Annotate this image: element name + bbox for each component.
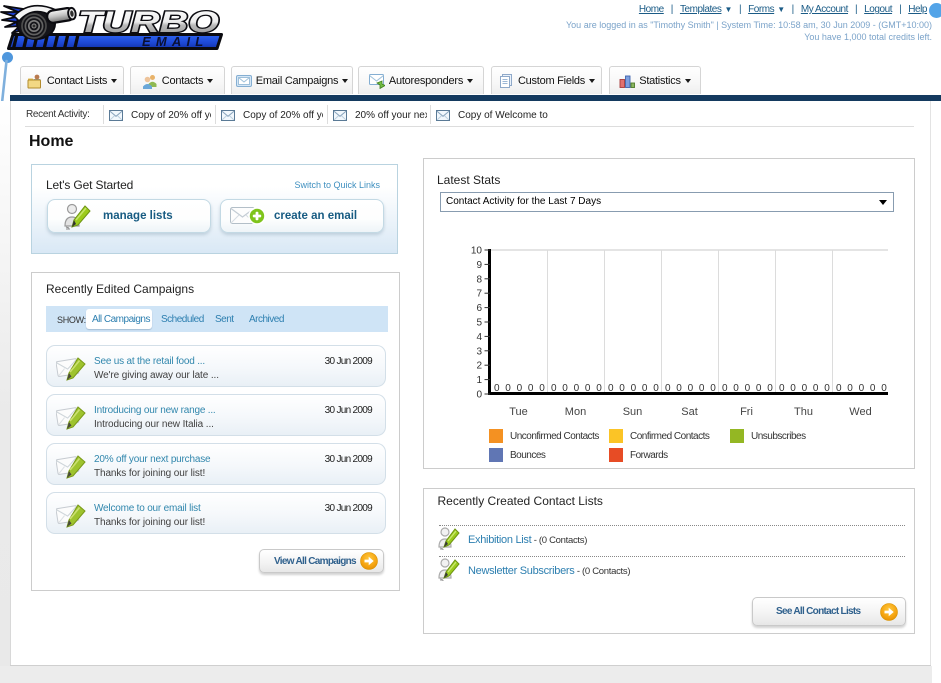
svg-text:0: 0 bbox=[847, 383, 853, 394]
svg-text:Sat: Sat bbox=[681, 406, 698, 418]
svg-text:0: 0 bbox=[665, 383, 671, 394]
svg-text:0: 0 bbox=[733, 383, 739, 394]
svg-text:0: 0 bbox=[528, 383, 534, 394]
svg-text:0: 0 bbox=[494, 383, 500, 394]
svg-text:10: 10 bbox=[471, 246, 483, 257]
svg-text:0: 0 bbox=[631, 383, 637, 394]
svg-text:0: 0 bbox=[745, 383, 751, 394]
svg-text:1: 1 bbox=[476, 375, 482, 386]
svg-text:0: 0 bbox=[790, 383, 796, 394]
svg-text:0: 0 bbox=[824, 383, 830, 394]
svg-text:0: 0 bbox=[596, 383, 602, 394]
svg-text:EMAIL: EMAIL bbox=[142, 34, 208, 49]
svg-text:8: 8 bbox=[476, 274, 482, 285]
svg-text:0: 0 bbox=[722, 383, 728, 394]
svg-text:0: 0 bbox=[539, 383, 545, 394]
svg-text:0: 0 bbox=[476, 390, 482, 401]
svg-text:0: 0 bbox=[642, 383, 648, 394]
svg-text:0: 0 bbox=[756, 383, 762, 394]
svg-text:5: 5 bbox=[476, 318, 482, 329]
svg-text:Wed: Wed bbox=[849, 406, 871, 418]
svg-text:0: 0 bbox=[699, 383, 705, 394]
svg-text:0: 0 bbox=[505, 383, 511, 394]
svg-text:9: 9 bbox=[476, 260, 482, 271]
svg-text:0: 0 bbox=[517, 383, 523, 394]
svg-text:0: 0 bbox=[767, 383, 773, 394]
svg-text:Mon: Mon bbox=[565, 406, 586, 418]
svg-text:0: 0 bbox=[710, 383, 716, 394]
svg-text:Tue: Tue bbox=[509, 406, 528, 418]
svg-text:0: 0 bbox=[585, 383, 591, 394]
svg-text:Sun: Sun bbox=[623, 406, 643, 418]
svg-text:0: 0 bbox=[676, 383, 682, 394]
svg-text:0: 0 bbox=[859, 383, 865, 394]
svg-text:6: 6 bbox=[476, 303, 482, 314]
svg-text:0: 0 bbox=[608, 383, 614, 394]
svg-text:0: 0 bbox=[836, 383, 842, 394]
svg-text:Thu: Thu bbox=[794, 406, 813, 418]
svg-text:0: 0 bbox=[653, 383, 659, 394]
svg-text:Fri: Fri bbox=[740, 406, 753, 418]
svg-text:7: 7 bbox=[476, 289, 482, 300]
svg-text:0: 0 bbox=[813, 383, 819, 394]
svg-text:0: 0 bbox=[551, 383, 557, 394]
svg-text:0: 0 bbox=[870, 383, 876, 394]
svg-text:0: 0 bbox=[619, 383, 625, 394]
svg-text:0: 0 bbox=[574, 383, 580, 394]
svg-text:0: 0 bbox=[688, 383, 694, 394]
svg-text:0: 0 bbox=[779, 383, 785, 394]
svg-text:0: 0 bbox=[881, 383, 887, 394]
svg-text:4: 4 bbox=[476, 332, 482, 343]
svg-text:0: 0 bbox=[562, 383, 568, 394]
svg-text:3: 3 bbox=[476, 346, 482, 357]
svg-text:0: 0 bbox=[802, 383, 808, 394]
svg-text:2: 2 bbox=[476, 361, 482, 372]
